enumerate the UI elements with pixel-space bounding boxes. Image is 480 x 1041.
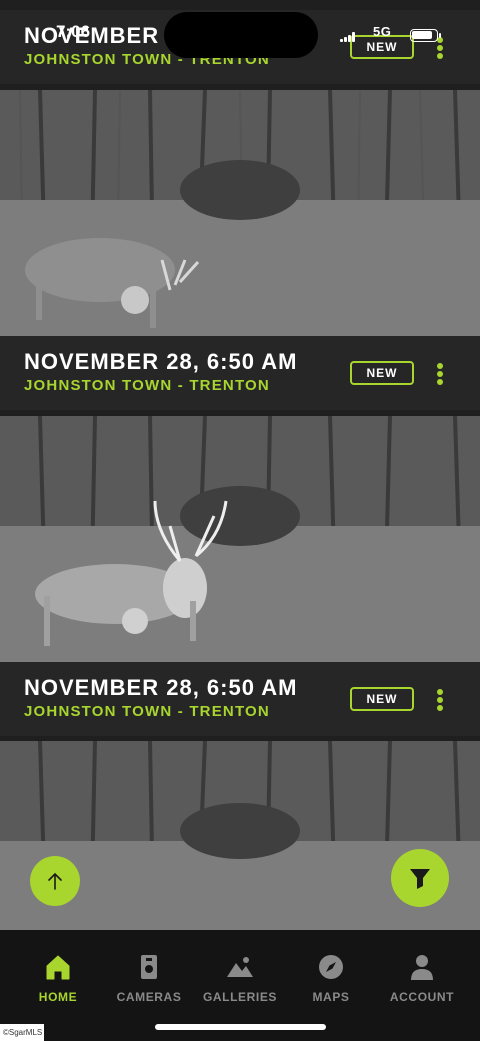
battery-icon <box>410 29 441 42</box>
nav-label: GALLERIES <box>202 990 278 1004</box>
more-options-icon[interactable] <box>432 686 448 714</box>
nav-label: CAMERAS <box>116 990 182 1004</box>
nav-label: MAPS <box>312 990 350 1004</box>
dynamic-island <box>164 12 318 58</box>
scroll-to-top-button[interactable] <box>30 856 80 906</box>
photo-feed[interactable]: NOVEMBER 28, 6:50 AM JOHNSTON TOWN - TRE… <box>0 0 480 930</box>
trail-camera-photo[interactable] <box>0 90 480 336</box>
home-indicator <box>155 1024 326 1030</box>
card-header[interactable]: NOVEMBER 28, 6:50 AM JOHNSTON TOWN - TRE… <box>0 662 480 736</box>
new-badge: NEW <box>350 687 414 711</box>
trail-camera-photo[interactable] <box>0 416 480 662</box>
nav-cameras[interactable]: CAMERAS <box>101 952 197 1004</box>
new-badge: NEW <box>350 361 414 385</box>
card-date: NOVEMBER 28, 6:50 AM <box>24 349 298 374</box>
arrow-up-icon <box>48 872 62 890</box>
network-type: 5G <box>373 24 392 39</box>
nav-label: HOME <box>38 990 78 1004</box>
compass-icon <box>319 955 343 979</box>
filter-icon <box>410 869 430 889</box>
nav-label: ACCOUNT <box>389 990 455 1004</box>
card-location: JOHNSTON TOWN - TRENTON <box>24 377 270 394</box>
more-options-icon[interactable] <box>432 360 448 388</box>
card-location: JOHNSTON TOWN - TRENTON <box>24 703 270 720</box>
signal-icon <box>340 32 356 42</box>
camera-icon <box>141 955 157 979</box>
nav-account[interactable]: ACCOUNT <box>374 952 470 1004</box>
nav-maps[interactable]: MAPS <box>283 952 379 1004</box>
gallery-icon <box>227 957 253 977</box>
card-date: NOVEMBER 28, 6:50 AM <box>24 675 298 700</box>
account-icon <box>411 955 433 980</box>
nav-home[interactable]: HOME <box>10 952 106 1004</box>
status-time: 7:06 <box>56 22 91 41</box>
filter-button[interactable] <box>391 849 449 907</box>
home-icon <box>46 955 70 980</box>
card-header[interactable]: NOVEMBER 28, 6:50 AM JOHNSTON TOWN - TRE… <box>0 336 480 410</box>
nav-galleries[interactable]: GALLERIES <box>192 952 288 1004</box>
watermark: ©SgarMLS <box>0 1024 44 1041</box>
